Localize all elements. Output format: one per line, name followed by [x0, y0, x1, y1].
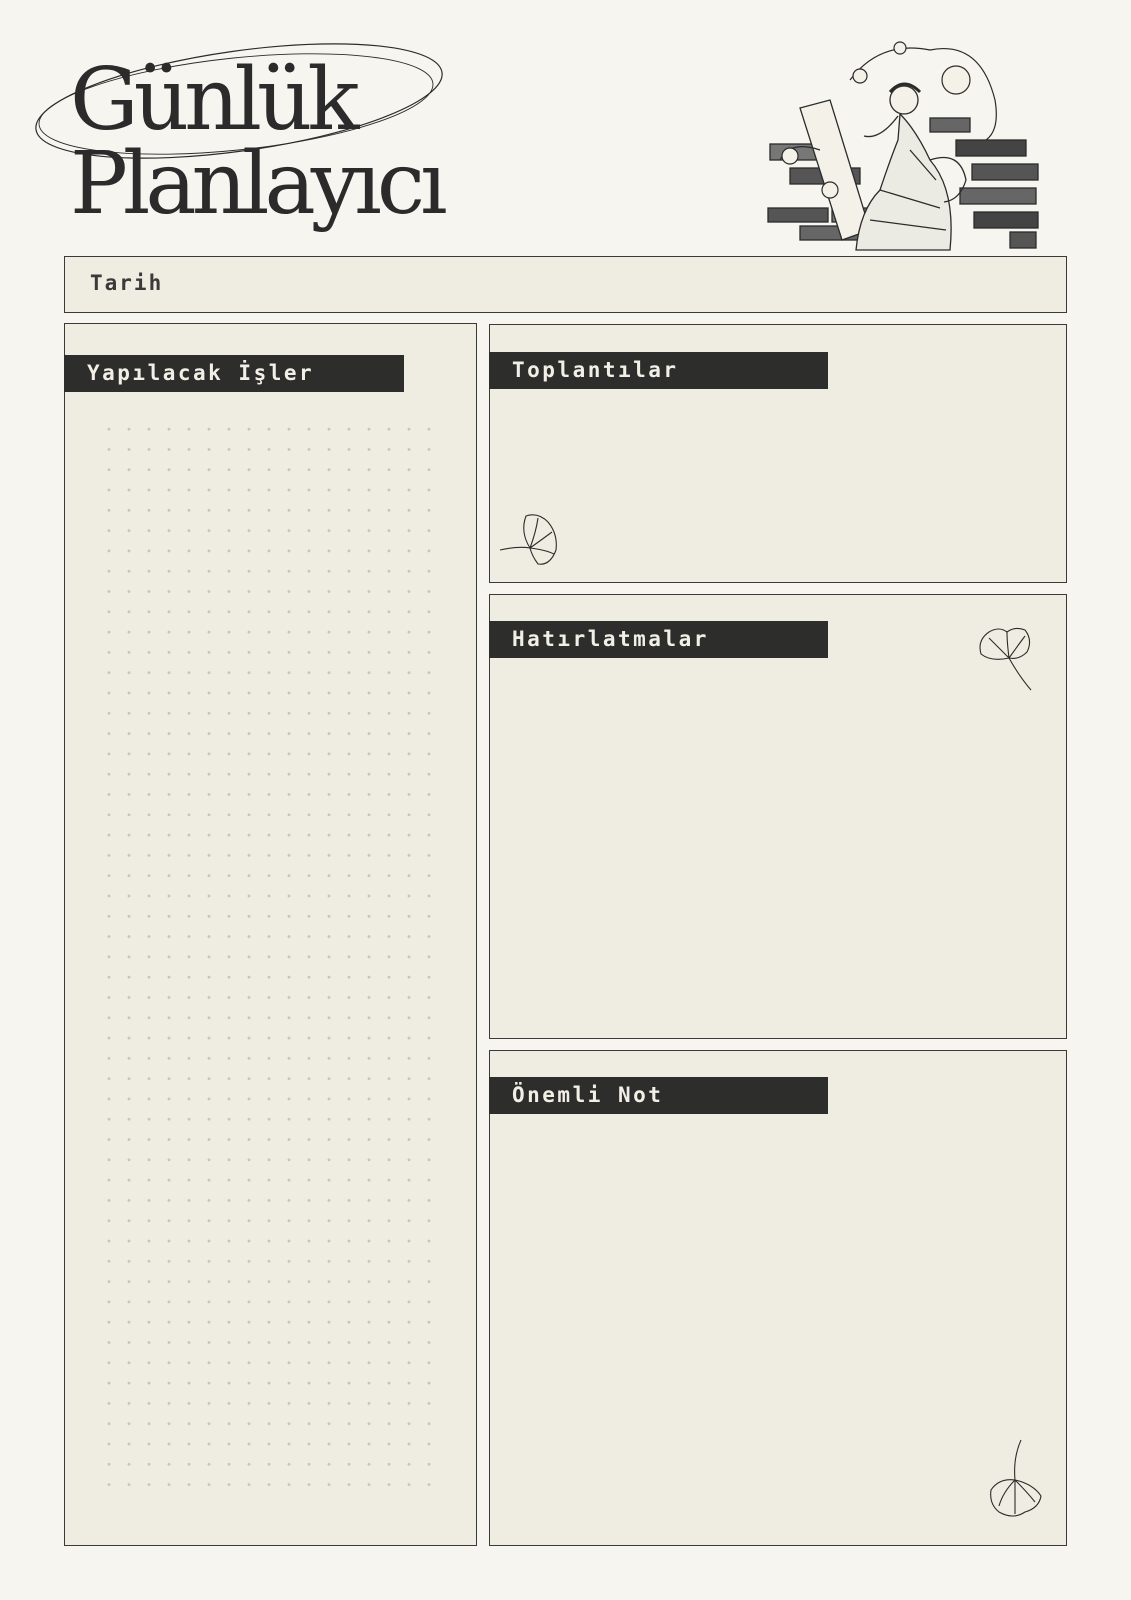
ginkgo-leaf-icon [979, 627, 1032, 691]
page-title: Günlük Planlayıcı [70, 50, 448, 234]
dot-grid [99, 419, 439, 1499]
title-line-2: Planlayıcı [70, 134, 448, 234]
date-field[interactable]: Tarih [64, 256, 1067, 313]
meetings-heading: Toplantılar [489, 352, 828, 389]
date-label: Tarih [90, 271, 164, 295]
todo-panel[interactable]: Yapılacak İşler [64, 323, 477, 1546]
reminders-heading: Hatırlatmalar [489, 621, 828, 658]
title-line-1: Günlük [70, 50, 359, 150]
meetings-panel[interactable]: Toplantılar [489, 324, 1067, 583]
ginkgo-leaf-icon [499, 514, 557, 565]
todo-heading: Yapılacak İşler [64, 355, 404, 392]
ginkgo-leaf-icon [990, 1439, 1042, 1517]
classical-woman-illustration [767, 41, 1039, 251]
important-note-panel[interactable]: Önemli Not [489, 1050, 1067, 1546]
note-heading: Önemli Not [489, 1077, 828, 1114]
